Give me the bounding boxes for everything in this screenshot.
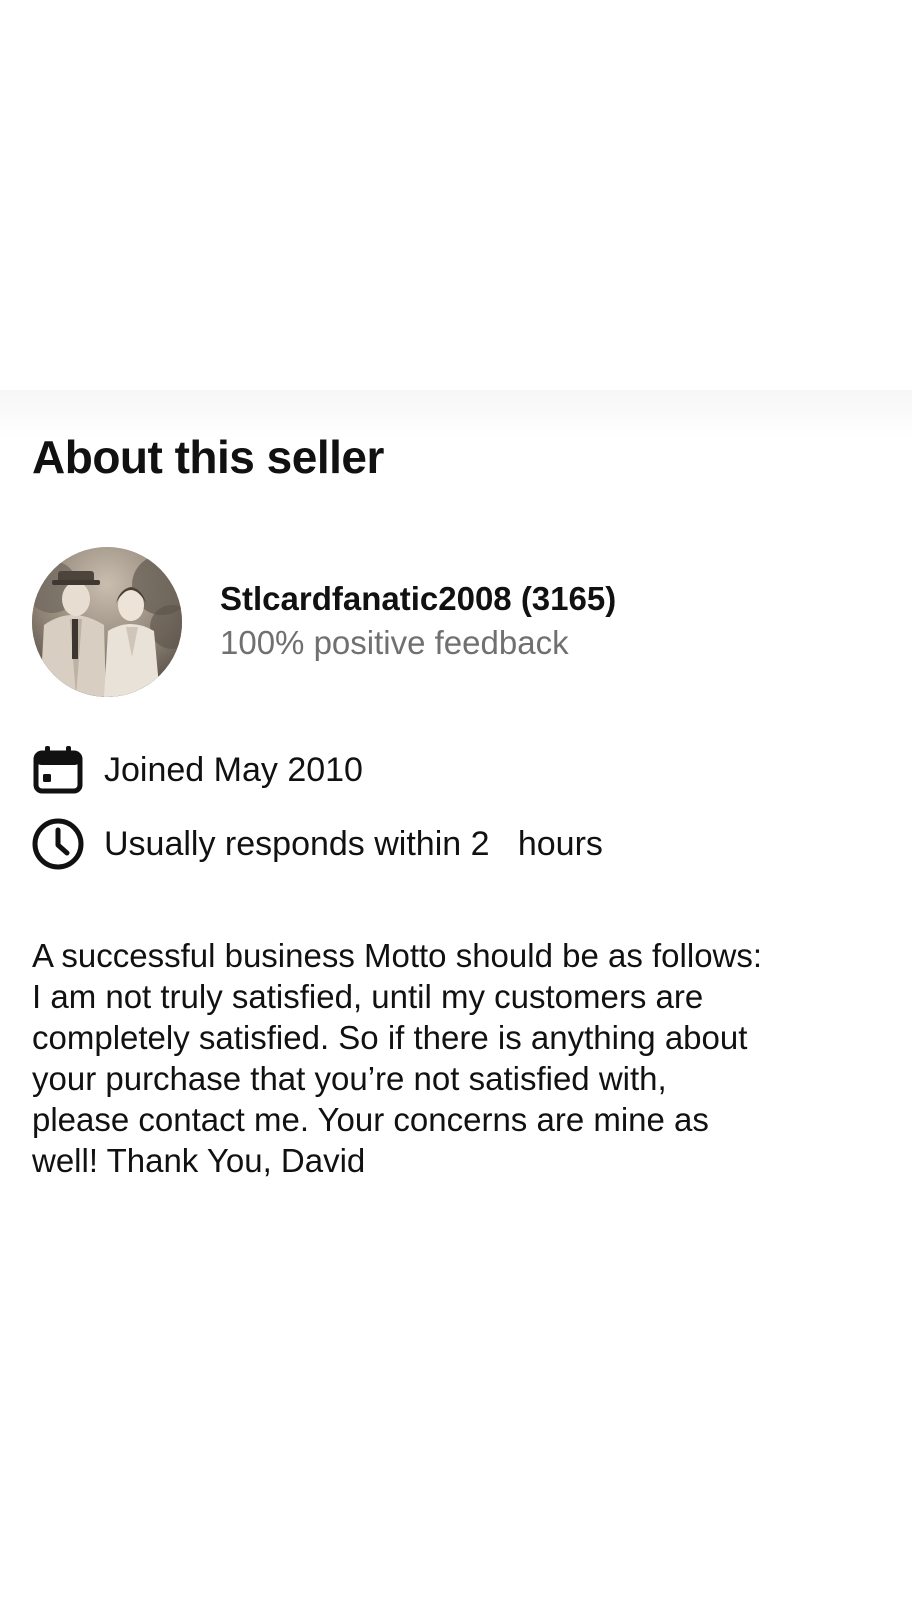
seller-avatar[interactable] xyxy=(32,547,182,698)
clock-icon xyxy=(32,818,84,870)
seller-name[interactable]: Stlcardfanatic2008 (3165) xyxy=(220,578,616,621)
description-line: please contact me. Your concerns are min… xyxy=(32,1101,709,1139)
section-title: About this seller xyxy=(32,431,384,483)
avatar-photo-icon xyxy=(32,547,182,698)
response-row: Usually responds within 2 hours xyxy=(32,815,880,873)
seller-feedback: 100% positive feedback xyxy=(220,624,569,662)
joined-row: Joined May 2010 xyxy=(32,741,880,799)
seller-description: A successful business Motto should be as… xyxy=(32,935,862,1181)
top-blank-area xyxy=(0,0,912,392)
response-text: Usually responds within 2 hours xyxy=(104,824,603,863)
seller-meta-list: Joined May 2010 Usually responds within … xyxy=(32,741,880,873)
description-line: well! Thank You, David xyxy=(32,1142,366,1180)
description-line: your purchase that you’re not satisfied … xyxy=(32,1060,667,1098)
description-line: A successful business Motto should be as… xyxy=(32,937,763,975)
calendar-icon xyxy=(33,746,83,794)
description-line: I am not truly satisfied, until my custo… xyxy=(32,978,704,1016)
about-seller-section: About this seller Stlcardfanatic2008 (31… xyxy=(32,430,880,1181)
joined-text: Joined May 2010 xyxy=(104,750,363,789)
description-line: completely satisfied. So if there is any… xyxy=(32,1019,748,1057)
seller-row[interactable]: Stlcardfanatic2008 (3165) 100% positive … xyxy=(32,547,880,698)
seller-info: Stlcardfanatic2008 (3165) 100% positive … xyxy=(220,578,616,665)
